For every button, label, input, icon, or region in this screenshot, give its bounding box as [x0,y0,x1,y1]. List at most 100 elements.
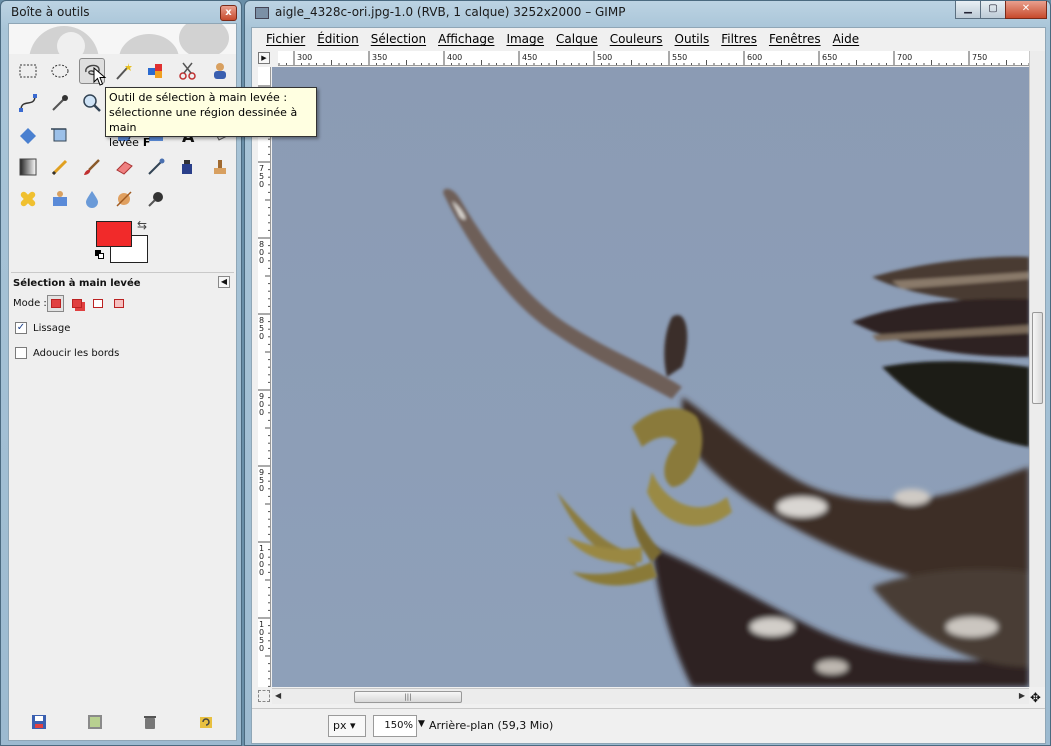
delete-options-icon[interactable] [142,714,158,730]
vertical-ruler[interactable]: 75080085090095010001050 [258,67,271,687]
quick-mask-menu-button[interactable]: ▶ [258,52,270,64]
vertical-scroll-thumb[interactable] [1032,312,1043,404]
tooltip-line: Outil de sélection à main levée : [109,91,288,104]
default-colors-icon[interactable] [95,250,105,260]
navigation-icon[interactable]: ✥ [1030,691,1041,706]
horizontal-ruler-scale: 300 350 400 450 500 550 600 650 700 750 [278,51,1029,65]
scroll-right-icon[interactable]: ▶ [1019,689,1025,703]
ellipse-select-tool-icon[interactable] [47,58,73,84]
menu-calque[interactable]: Calque [550,32,604,46]
crop-tool-icon[interactable] [47,122,73,148]
color-picker-tool-icon[interactable] [47,90,73,116]
menu-edition[interactable]: Édition [311,32,365,46]
status-bar: px ▾ 150% ▼ Arrière-plan (59,3 Mio) [252,708,1045,743]
feather-option[interactable]: Adoucir les bords [15,347,119,359]
foreground-color-swatch[interactable] [96,221,132,247]
horizontal-ruler[interactable]: 300 350 400 450 500 550 600 650 700 750 [278,51,1029,66]
unit-select[interactable]: px ▾ [328,715,366,737]
toolbox-close-button[interactable]: x [220,5,237,21]
menu-filtres[interactable]: Filtres [715,32,763,46]
mode-intersect-button[interactable] [110,295,127,312]
separator [11,272,234,273]
ruler-left-label-digit: 0 [259,408,264,417]
reset-options-icon[interactable] [198,714,214,730]
zoom-field[interactable]: 150% [373,715,417,737]
close-button[interactable]: ✕ [1005,1,1047,19]
select-by-color-tool-icon[interactable] [143,58,169,84]
ruler-left-label-digit: 0 [259,568,264,577]
ruler-top-label: 350 [372,53,387,62]
eraser-tool-icon[interactable] [111,154,137,180]
tool-options-title: Sélection à main levée [13,278,141,289]
ruler-left-label-digit: 0 [259,332,264,341]
image-window-icon [255,7,269,19]
perspective-clone-tool-icon[interactable] [47,186,73,212]
tooltip-shortcut: F [142,136,151,149]
menu-aide[interactable]: Aide [827,32,866,46]
minimize-button[interactable]: ▁ [955,1,981,19]
heal-tool-icon[interactable] [15,186,41,212]
image-canvas[interactable] [272,67,1029,687]
horizontal-scroll-thumb[interactable]: ||| [354,691,462,703]
wilber-drop-area[interactable] [9,24,236,54]
tooltip-line: levée [109,136,139,149]
ruler-top-label: 300 [297,53,312,62]
antialias-checkbox[interactable]: ✓ [15,322,27,334]
tool-options-menu-icon[interactable]: ◀ [218,276,230,288]
menu-image[interactable]: Image [500,32,550,46]
feather-checkbox[interactable] [15,347,27,359]
menu-fenetres[interactable]: Fenêtres [763,32,827,46]
antialias-option[interactable]: ✓ Lissage [15,322,70,334]
dodge-burn-tool-icon[interactable] [143,186,169,212]
ruler-top-label: 500 [597,53,612,62]
align-tool-icon[interactable] [15,122,41,148]
pencil-tool-icon[interactable] [47,154,73,180]
save-options-icon[interactable] [31,714,47,730]
menu-fichier[interactable]: Fichier [260,32,311,46]
zoom-dropdown-icon[interactable]: ▼ [418,719,425,729]
menu-outils[interactable]: Outils [669,32,716,46]
mode-add-button[interactable] [68,295,85,312]
zoom-toggle-icon[interactable] [258,690,270,702]
menu-couleurs[interactable]: Couleurs [604,32,669,46]
image-window-title: aigle_4328c-ori.jpg-1.0 (RVB, 1 calque) … [275,5,626,19]
blur-tool-icon[interactable] [79,186,105,212]
mode-subtract-button[interactable] [89,295,106,312]
foreground-select-tool-icon[interactable] [207,58,233,84]
paintbrush-tool-icon[interactable] [79,154,105,180]
ink-tool-icon[interactable] [175,154,201,180]
eagle-photo [272,67,1029,687]
menu-selection[interactable]: Sélection [365,32,432,46]
smudge-tool-icon[interactable] [111,186,137,212]
blend-tool-icon[interactable] [15,154,41,180]
ruler-left-label-digit: 0 [259,180,264,189]
ruler-top-label: 750 [972,53,987,62]
image-window-panel: Fichier Édition Sélection Affichage Imag… [251,27,1046,744]
toolbox-title: Boîte à outils [11,5,90,19]
swap-colors-icon[interactable]: ⇆ [137,218,147,232]
zoom-tool-icon[interactable] [79,90,105,116]
airbrush-tool-icon[interactable] [143,154,169,180]
maximize-button[interactable]: ▢ [980,1,1006,19]
mouse-cursor-icon [93,67,107,86]
horizontal-scrollbar[interactable]: ◀ ||| ▶ [272,688,1029,704]
tool-options-button-bar [9,704,236,740]
paths-tool-icon[interactable] [15,90,41,116]
image-window: aigle_4328c-ori.jpg-1.0 (RVB, 1 calque) … [244,0,1051,746]
scissors-select-tool-icon[interactable] [175,58,201,84]
rect-select-tool-icon[interactable] [15,58,41,84]
ruler-left-label-digit: 0 [259,644,264,653]
unit-value: px [333,719,347,732]
clone-tool-icon[interactable] [207,154,233,180]
mode-replace-button[interactable] [47,295,64,312]
vertical-scrollbar[interactable] [1029,51,1045,687]
vertical-ruler-scale: 75080085090095010001050 [258,85,270,687]
scroll-left-icon[interactable]: ◀ [275,689,281,703]
ruler-top-label: 600 [747,53,762,62]
restore-options-icon[interactable] [87,714,103,730]
fuzzy-select-tool-icon[interactable] [111,58,137,84]
status-text: Arrière-plan (59,3 Mio) [429,719,554,732]
ruler-top-label: 450 [522,53,537,62]
menu-affichage[interactable]: Affichage [432,32,500,46]
feather-label: Adoucir les bords [33,347,120,359]
